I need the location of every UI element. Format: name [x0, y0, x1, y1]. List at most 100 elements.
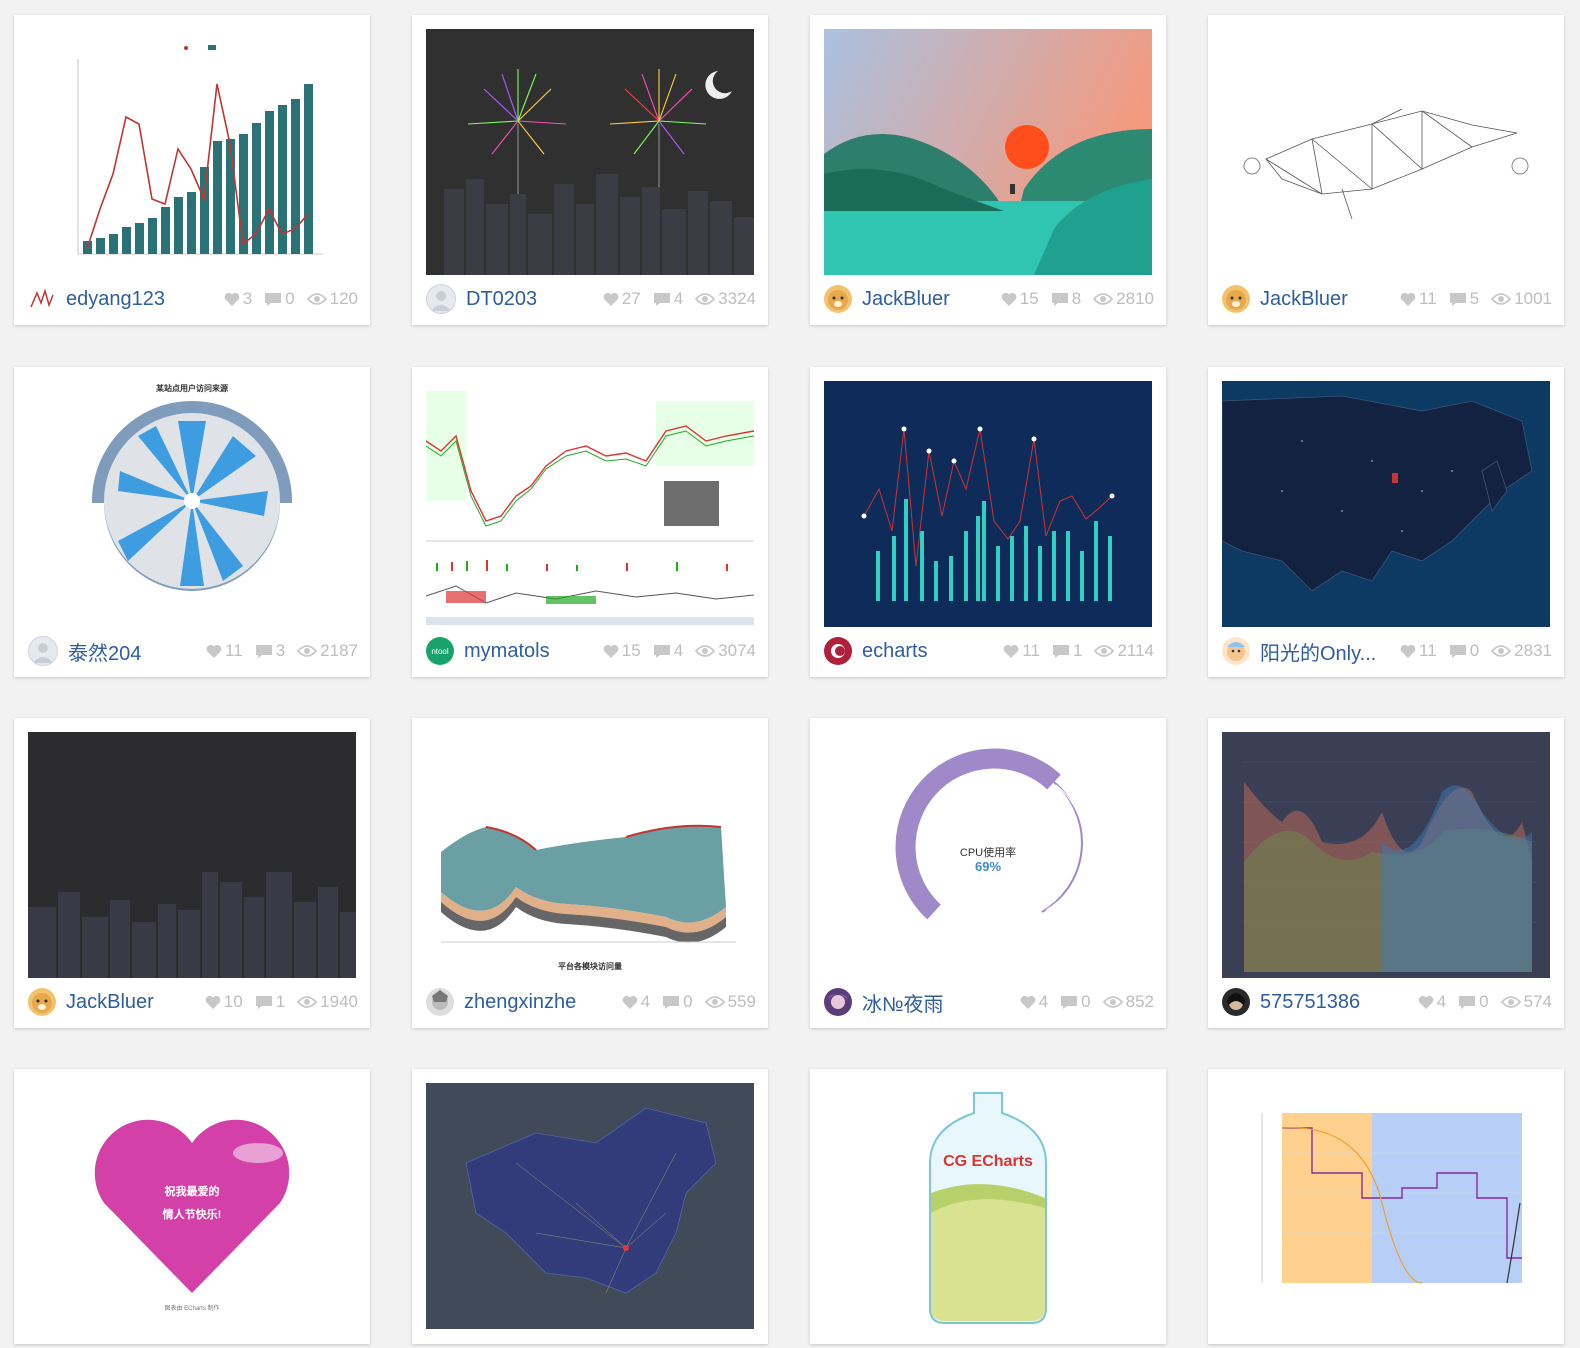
card-3[interactable]: JackBluer 15 8 2810: [810, 15, 1166, 325]
avatar[interactable]: [28, 988, 56, 1016]
thumb-night-city[interactable]: [28, 732, 356, 978]
like-count[interactable]: 11: [206, 641, 243, 661]
avatar[interactable]: [824, 637, 852, 665]
comment-icon: [1052, 644, 1069, 658]
heart-icon: [224, 292, 240, 306]
card-2[interactable]: DT0203 27 4 3324: [412, 15, 768, 325]
thumb-candlestick-chart[interactable]: [426, 381, 754, 627]
comment-icon: [1449, 644, 1466, 658]
card-5[interactable]: 某站点用户访问来源 泰然204 11 3 2187: [14, 367, 370, 677]
thumb-title: 平台各模块访问量: [558, 962, 622, 971]
card-11[interactable]: CPU使用率 69% 冰№夜雨 4 0 852: [810, 718, 1166, 1028]
thumb-nightingale-rose[interactable]: 某站点用户访问来源: [28, 381, 356, 627]
card-13[interactable]: 祝我最爱的 情人节快乐! 图表由 ECharts 制作: [14, 1069, 370, 1344]
thumb-streamgraph[interactable]: 平台各模块访问量: [426, 732, 754, 978]
thumb-sunset-landscape[interactable]: [824, 29, 1152, 275]
eye-icon: [704, 996, 725, 1008]
card-12[interactable]: 575751386 4 0 574: [1208, 718, 1564, 1028]
comment-icon: [1459, 995, 1476, 1009]
thumb-bottle-liquidfill[interactable]: CG ECharts: [824, 1083, 1152, 1329]
author-link[interactable]: JackBluer: [862, 288, 950, 311]
eye-icon: [1491, 645, 1512, 657]
card-10[interactable]: 平台各模块访问量 zhengxinzhe 4 0 559: [412, 718, 768, 1028]
like-count[interactable]: 4: [1020, 992, 1048, 1012]
avatar[interactable]: ntool: [426, 637, 454, 665]
thumb-cpu-gauge[interactable]: CPU使用率 69%: [824, 732, 1152, 978]
thumb-china-flow-map[interactable]: [426, 1083, 754, 1329]
avatar[interactable]: [28, 636, 58, 666]
view-count: 2831: [1491, 641, 1552, 661]
thumb-dark-bar-line-chart[interactable]: [824, 381, 1152, 627]
author-link[interactable]: DT0203: [466, 288, 537, 311]
comment-count[interactable]: 0: [264, 289, 295, 309]
thumb-dark-area-chart[interactable]: [1222, 732, 1550, 978]
thumb-bar-line-chart[interactable]: [28, 29, 356, 275]
avatar[interactable]: [824, 285, 852, 313]
comment-count[interactable]: 5: [1449, 289, 1479, 309]
view-count: 852: [1102, 992, 1154, 1012]
card-6[interactable]: ntool mymatols 15 4 3074: [412, 367, 768, 677]
heart-icon: [603, 292, 619, 306]
comment-count[interactable]: 0: [662, 992, 693, 1012]
like-count[interactable]: 27: [603, 289, 641, 309]
eye-icon: [1491, 293, 1512, 305]
avatar[interactable]: [28, 285, 56, 313]
like-count[interactable]: 11: [1003, 641, 1040, 661]
eye-icon: [1094, 645, 1115, 657]
thumb-title: 某站点用户访问来源: [156, 384, 228, 393]
heart-icon: [1003, 644, 1019, 658]
like-count[interactable]: 3: [224, 289, 252, 309]
like-count[interactable]: 4: [1418, 992, 1446, 1012]
thumb-multi-axis-chart[interactable]: [1222, 1083, 1550, 1329]
comment-count[interactable]: 3: [255, 641, 285, 661]
avatar[interactable]: [1222, 988, 1250, 1016]
avatar[interactable]: [1222, 285, 1250, 313]
view-count: 559: [704, 992, 756, 1012]
card-9[interactable]: JackBluer 10 1 1940: [14, 718, 370, 1028]
card-8[interactable]: 阳光的Only... 11 0 2831: [1208, 367, 1564, 677]
comment-count[interactable]: 4: [653, 641, 683, 661]
author-link[interactable]: 泰然204: [68, 637, 141, 666]
like-count[interactable]: 10: [205, 992, 243, 1012]
card-14[interactable]: [412, 1069, 768, 1344]
avatar[interactable]: [426, 284, 456, 314]
author-link[interactable]: echarts: [862, 640, 928, 663]
author-link[interactable]: edyang123: [66, 288, 165, 311]
like-count[interactable]: 4: [622, 992, 650, 1012]
author-link[interactable]: 阳光的Only...: [1260, 637, 1376, 666]
comment-count[interactable]: 1: [1052, 641, 1082, 661]
author-link[interactable]: 575751386: [1260, 991, 1360, 1014]
like-count[interactable]: 11: [1400, 641, 1437, 661]
avatar[interactable]: [1222, 637, 1250, 665]
like-count[interactable]: 15: [603, 641, 641, 661]
like-count[interactable]: 11: [1400, 289, 1437, 309]
heart-icon: [1400, 644, 1416, 658]
author-link[interactable]: JackBluer: [66, 991, 154, 1014]
author-link[interactable]: 冰№夜雨: [862, 988, 943, 1017]
bottle-label: CG ECharts: [943, 1153, 1033, 1170]
comment-count[interactable]: 0: [1458, 992, 1489, 1012]
avatar[interactable]: [426, 988, 454, 1016]
comment-count[interactable]: 8: [1051, 289, 1081, 309]
comment-count[interactable]: 0: [1060, 992, 1091, 1012]
avatar[interactable]: [824, 988, 852, 1016]
author-link[interactable]: mymatols: [464, 640, 550, 663]
thumb-asia-map[interactable]: [1222, 381, 1550, 627]
thumb-valentine-heart[interactable]: 祝我最爱的 情人节快乐! 图表由 ECharts 制作: [28, 1083, 356, 1329]
card-16[interactable]: [1208, 1069, 1564, 1344]
thumb-polygon-whale[interactable]: [1222, 29, 1550, 275]
author-link[interactable]: zhengxinzhe: [464, 991, 576, 1014]
author-link[interactable]: JackBluer: [1260, 288, 1348, 311]
card-15[interactable]: CG ECharts: [810, 1069, 1166, 1344]
comment-count[interactable]: 4: [653, 289, 683, 309]
card-4[interactable]: JackBluer 11 5 1001: [1208, 15, 1564, 325]
comment-count[interactable]: 0: [1449, 641, 1479, 661]
thumb-fireworks[interactable]: [426, 29, 754, 275]
card-7[interactable]: echarts 11 1 2114: [810, 367, 1166, 677]
comment-count[interactable]: 1: [255, 992, 285, 1012]
like-count[interactable]: 15: [1001, 289, 1039, 309]
view-count: 574: [1500, 992, 1552, 1012]
card-1[interactable]: edyang123 3 0 120: [14, 15, 370, 325]
heart-text-1: 祝我最爱的: [164, 1186, 220, 1198]
eye-icon: [695, 293, 716, 305]
